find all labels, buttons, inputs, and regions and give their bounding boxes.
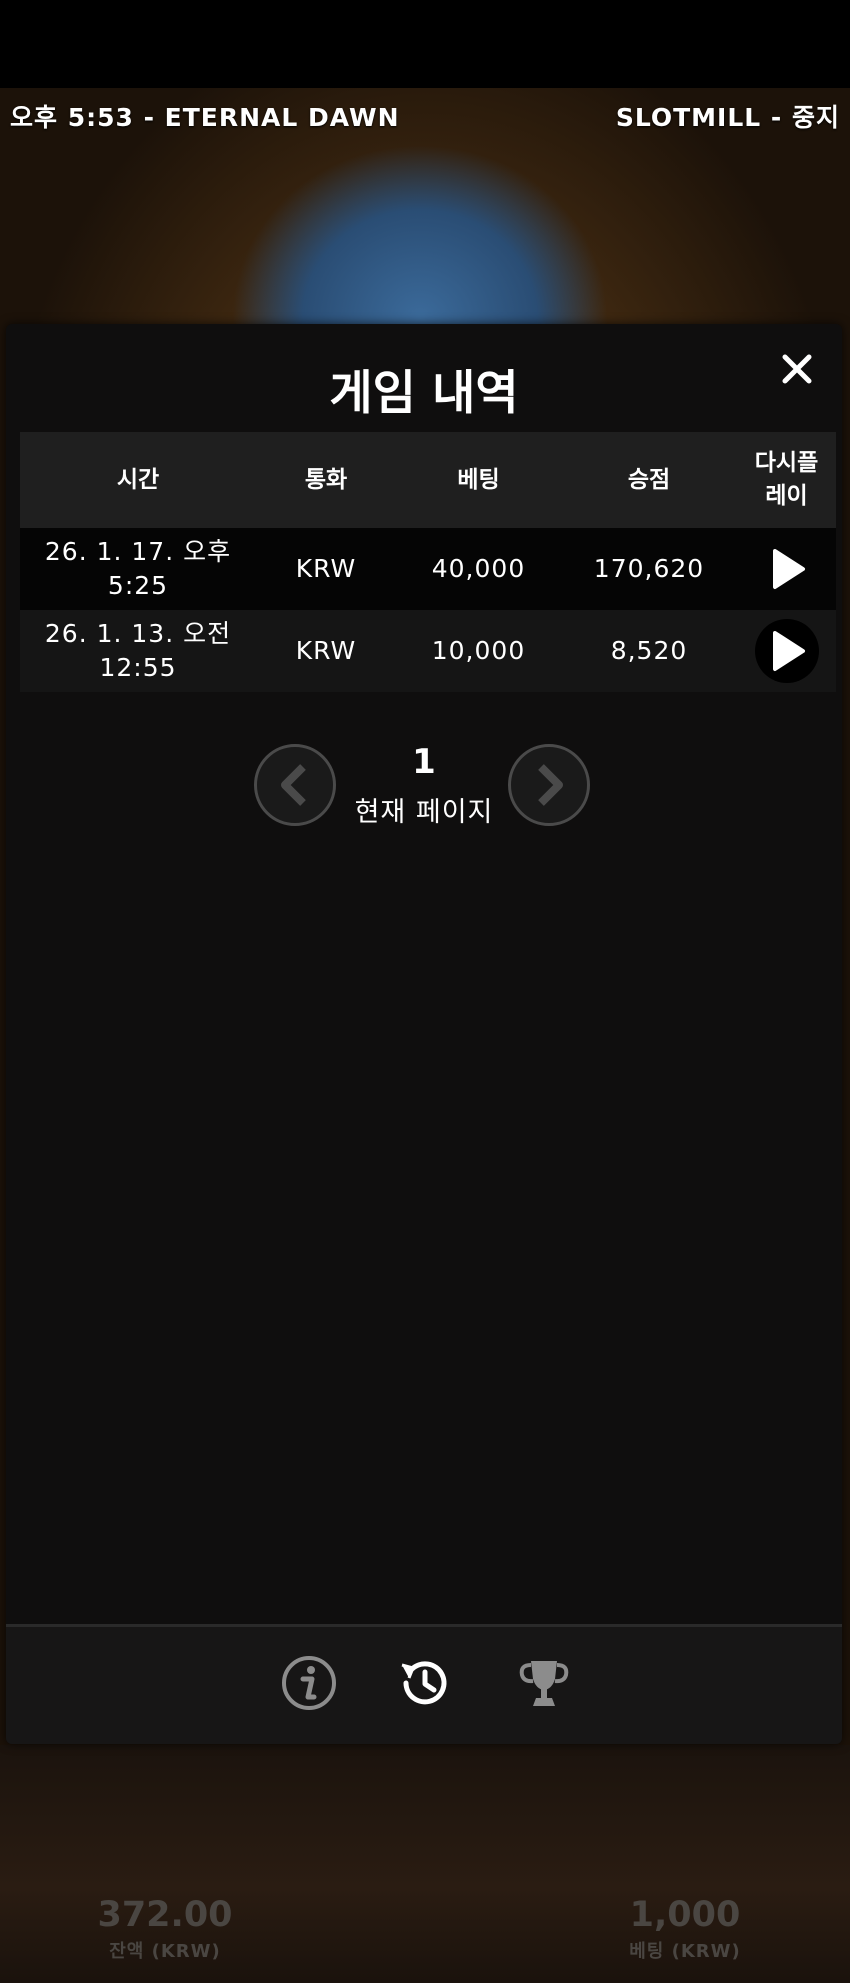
row-win: 170,620 [593, 554, 705, 583]
history-icon [401, 1661, 447, 1705]
column-header-currency: 통화 [304, 466, 348, 493]
pagination: 1 현재 페이지 [6, 742, 842, 842]
table-header: 시간 통화 베팅 승점 다시플 레이 [20, 432, 836, 528]
row-bet: 40,000 [431, 554, 526, 583]
current-page-label: 현재 페이지 [354, 797, 494, 828]
balance-value: 372.00 [97, 1895, 233, 1935]
row-time: 26. 1. 17. 오후 5:25 [44, 537, 232, 600]
table-row: 26. 1. 17. 오후 5:25 KRW 40,000 170,620 [20, 528, 836, 610]
bet-value: 1,000 [629, 1895, 741, 1935]
replay-button[interactable] [755, 537, 819, 601]
row-time: 26. 1. 13. 오전 12:55 [44, 619, 232, 682]
trophy-tab[interactable] [514, 1653, 574, 1713]
history-table: 시간 통화 베팅 승점 다시플 레이 26. 1. 17. 오후 5:25 KR… [20, 432, 836, 692]
history-tab[interactable] [394, 1653, 454, 1713]
column-header-time: 시간 [116, 466, 160, 493]
trophy-icon [519, 1661, 569, 1706]
balance-label: 잔액 (KRW) [109, 1941, 221, 1962]
row-win: 8,520 [610, 636, 688, 665]
close-button[interactable] [774, 346, 820, 392]
column-header-win: 승점 [627, 466, 671, 493]
history-modal: 게임 내역 시간 통화 베팅 승점 다시플 레이 26. 1. 17. 오후 5… [6, 324, 842, 1744]
next-page-button[interactable] [508, 744, 590, 826]
bet-label: 베팅 (KRW) [629, 1941, 741, 1962]
column-header-replay: 다시플 레이 [754, 450, 819, 509]
modal-title: 게임 내역 [329, 366, 519, 421]
provider-status[interactable]: SLOTMILL - 중지 [616, 98, 840, 134]
current-page-number: 1 [412, 742, 436, 782]
row-currency: KRW [295, 636, 357, 665]
play-icon [772, 549, 805, 589]
top-status-bar: 오후 5:53 - ETERNAL DAWN SLOTMILL - 중지 [10, 98, 840, 134]
row-bet: 10,000 [431, 636, 526, 665]
row-currency: KRW [295, 554, 357, 583]
info-tab[interactable] [279, 1653, 339, 1713]
replay-button[interactable] [754, 619, 819, 683]
table-row: 26. 1. 13. 오전 12:55 KRW 10,000 8,520 [20, 610, 836, 692]
modal-footer-tabs [6, 1627, 842, 1744]
bet-display: 1,000 베팅 (KRW) [605, 1895, 765, 1963]
play-icon [772, 631, 805, 671]
column-header-bet: 베팅 [457, 466, 500, 493]
game-time-title: 오후 5:53 - ETERNAL DAWN [10, 103, 400, 132]
balance-display: 372.00 잔액 (KRW) [85, 1895, 245, 1963]
chevron-right-icon [538, 764, 563, 806]
info-icon [282, 1656, 336, 1710]
close-icon [782, 354, 812, 384]
